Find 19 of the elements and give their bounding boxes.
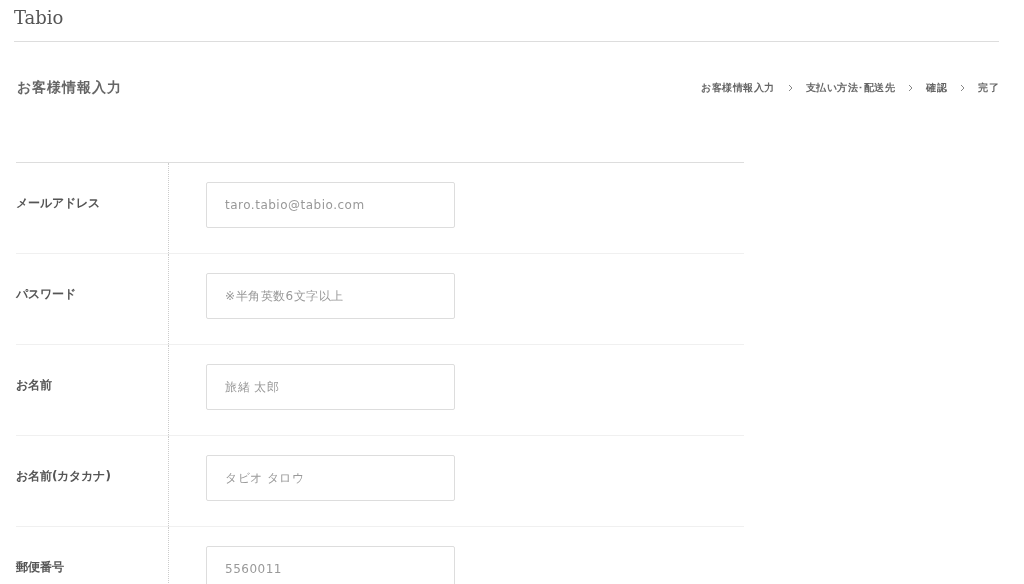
step-label: 支払い方法･配送先: [805, 81, 895, 95]
step-label: 完了: [978, 81, 999, 95]
step-label: 確認: [926, 81, 947, 95]
input-field[interactable]: taro.tabio@tabio.com: [206, 182, 455, 228]
input-field[interactable]: 旅緒 太郎: [206, 364, 455, 410]
field-label: メールアドレス: [16, 196, 100, 210]
field-label: 郵便番号: [16, 560, 64, 574]
input-field[interactable]: 5560011: [206, 546, 455, 584]
field-label: パスワード: [16, 287, 76, 301]
input-field[interactable]: タビオ タロウ: [206, 455, 455, 501]
field-label: お名前(カタカナ): [16, 469, 111, 483]
field-label: お名前: [16, 378, 52, 392]
chevron-icon: [787, 84, 793, 92]
logo[interactable]: Tabio: [14, 7, 64, 28]
input-field[interactable]: ※半角英数6文字以上: [206, 273, 455, 319]
chevron-icon: [908, 84, 913, 92]
step-label: お客様情報入力: [701, 81, 775, 95]
chevron-icon: [960, 84, 965, 92]
page-title: お客様情報入力: [17, 79, 122, 97]
